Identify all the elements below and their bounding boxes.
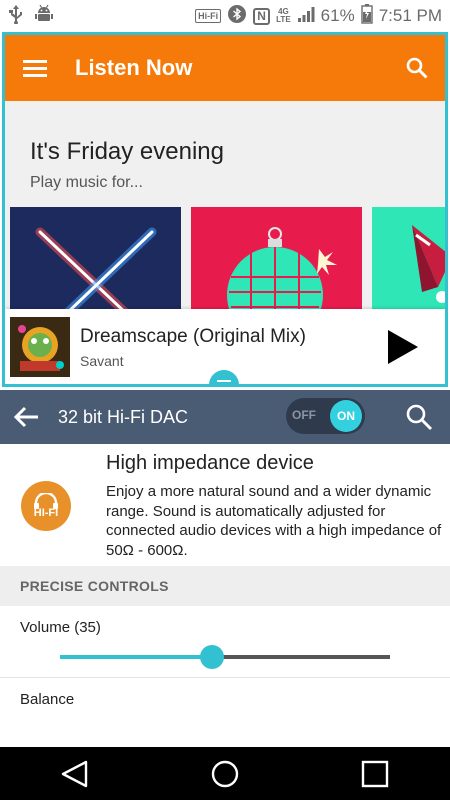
play-icon [388,330,418,364]
balance-label[interactable]: Balance [20,691,74,708]
track-info: Dreamscape (Original Mix) Savant [80,326,306,369]
battery-icon [360,3,373,29]
play-button[interactable] [383,327,423,367]
hifi-headphones-icon: HI-FI [21,481,71,531]
status-bar: Hi-Fi N 4G LTE 61% 7:51 PM [0,0,450,32]
status-left [8,4,54,29]
lte-indicator: 4G LTE [276,7,291,24]
volume-slider-track [212,655,390,659]
signal-icon [297,5,315,28]
nfc-icon: N [253,7,271,25]
nav-back-icon[interactable] [45,747,105,800]
music-app-title: Listen Now [75,55,193,80]
greeting-subtitle: Play music for... [30,174,143,191]
disco-ball-illustration [227,227,337,315]
volume-slider-thumb[interactable] [200,645,224,669]
lightsabers-card[interactable] [10,207,181,315]
hifi-status-chip: Hi-Fi [195,9,222,23]
divider [0,677,450,678]
hifi-dac-toggle[interactable]: OFF ON [286,398,365,434]
toggle-off-label: OFF [292,408,316,422]
search-icon[interactable] [389,35,445,101]
hifi-badge-label: HI-FI [33,507,59,519]
status-right: Hi-Fi N 4G LTE 61% 7:51 PM [195,3,442,29]
clock: 7:51 PM [378,6,442,25]
menu-icon[interactable] [5,35,65,101]
disco-ball-card[interactable] [191,207,362,315]
battery-percent: 61% [320,6,355,25]
bluetooth-icon [227,4,247,29]
cocktail-card[interactable] [372,207,445,315]
high-impedance-title: High impedance device [106,452,314,474]
lightsabers-illustration [35,227,157,315]
toggle-on-knob: ON [330,400,362,432]
music-app-bar: Listen Now [5,35,445,101]
volume-label: Volume (35) [20,619,101,636]
precise-controls-label: PRECISE CONTROLS [20,578,169,594]
high-impedance-description: Enjoy a more natural sound and a wider d… [106,483,442,559]
back-arrow-icon[interactable] [0,390,52,444]
nav-recents-icon[interactable] [345,747,405,800]
navigation-bar [0,747,450,800]
queue-icon [217,380,231,382]
android-debug-icon [34,4,54,29]
settings-search-icon[interactable] [399,390,439,444]
album-art[interactable] [10,317,70,377]
screen: Hi-Fi N 4G LTE 61% 7:51 PM Listen Now It… [0,0,450,800]
cocktail-illustration [412,225,445,303]
high-impedance-option[interactable]: HI-FI High impedance device Enjoy a more… [0,444,450,566]
settings-title: 32 bit Hi-Fi DAC [58,406,189,427]
nav-home-icon[interactable] [195,747,255,800]
usb-icon [8,4,24,29]
volume-slider[interactable] [60,645,390,669]
track-title: Dreamscape (Original Mix) [80,325,306,347]
track-artist: Savant [80,352,124,369]
volume-slider-fill [60,655,212,659]
settings-app-bar: 32 bit Hi-Fi DAC OFF ON [0,390,450,444]
precise-controls-header: PRECISE CONTROLS [0,566,450,606]
music-app-window[interactable]: Listen Now It's Friday evening Play musi… [2,32,448,387]
greeting-title: It's Friday evening [30,138,225,165]
